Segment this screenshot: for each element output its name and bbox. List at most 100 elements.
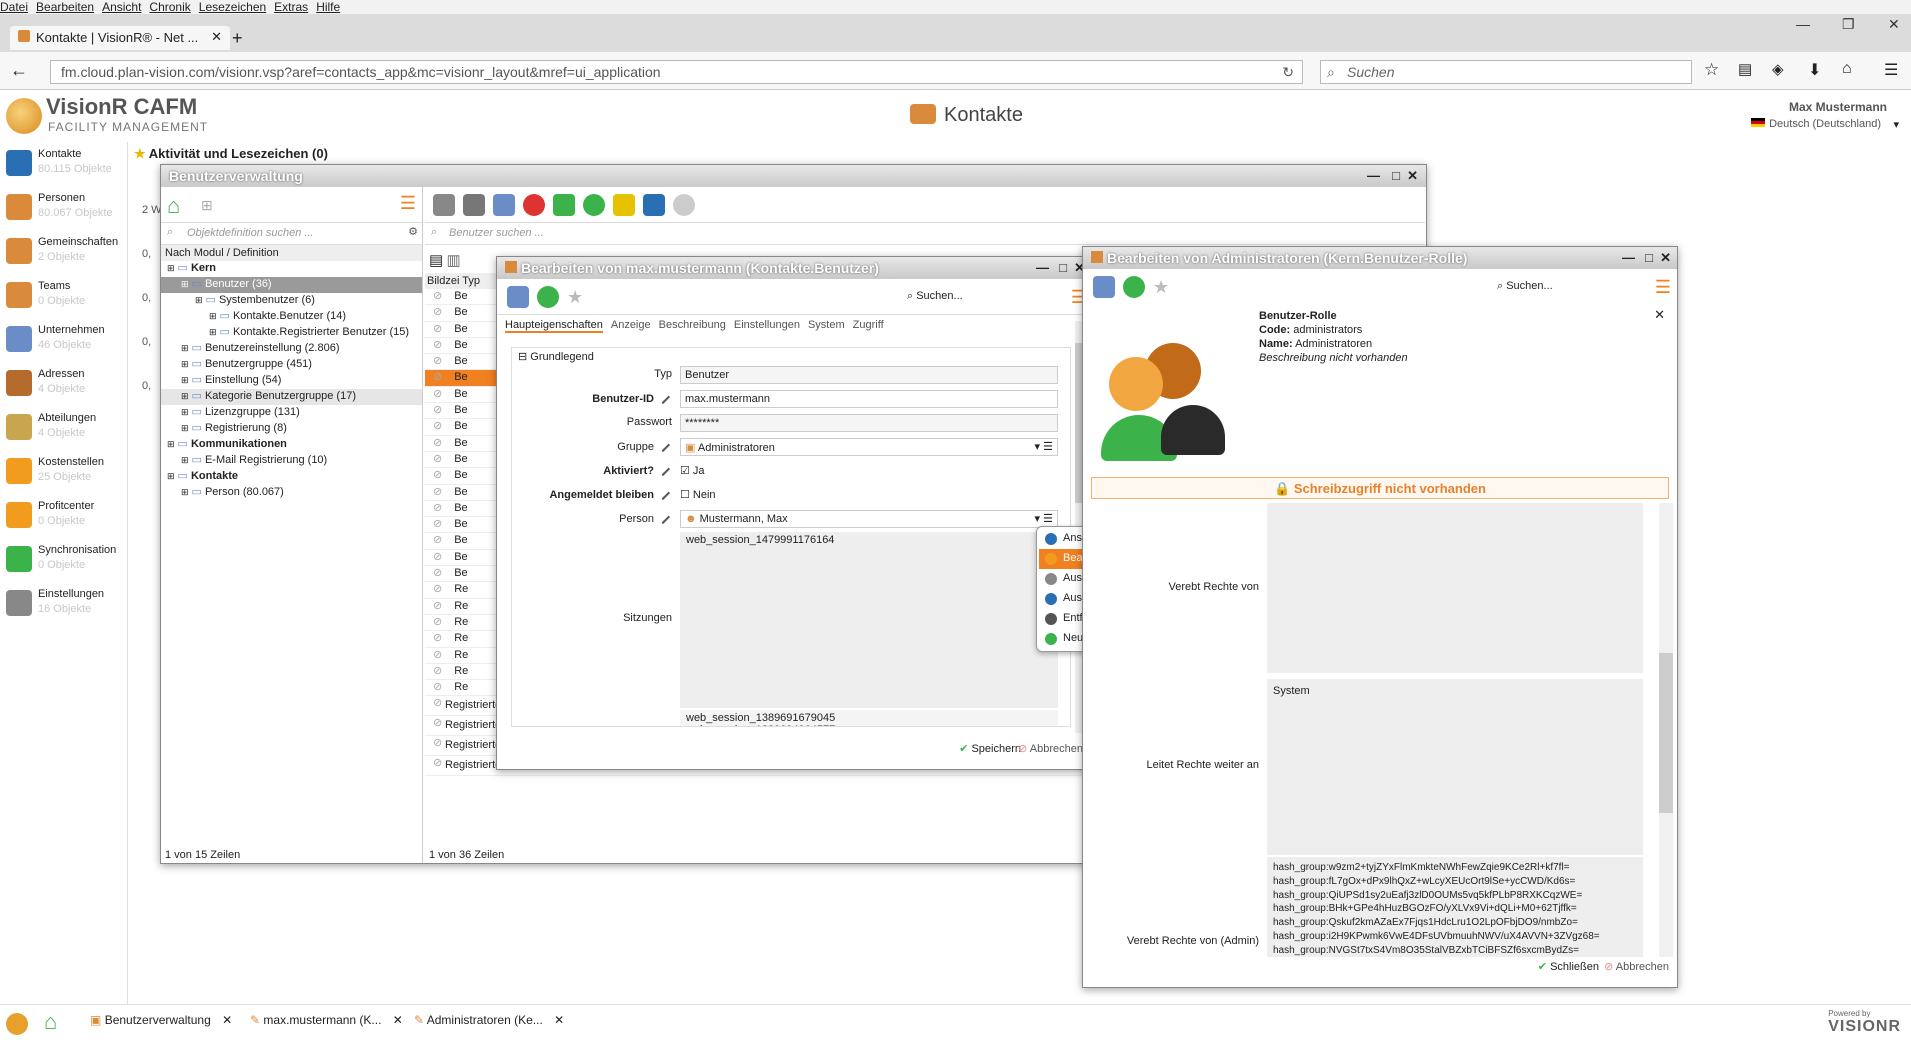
hash-item[interactable]: hash_group:BHk+GPe4hHuzBGOzFO/yXLVx9Vi+d… — [1273, 902, 1637, 916]
favorite-star-icon[interactable]: ★ — [1153, 277, 1169, 298]
pocket-icon[interactable]: ◈ — [1772, 60, 1784, 78]
tab-beschreibung[interactable]: Beschreibung — [659, 319, 726, 331]
hamburger-menu-icon[interactable]: ☰ — [400, 193, 416, 214]
hash-item[interactable]: hash_group:w9zm2+tyjZYxFlmKmkteNWhFewZqi… — [1273, 861, 1637, 875]
visionr-logo-icon[interactable] — [6, 1013, 28, 1035]
close-icon[interactable]: ✕ — [554, 1013, 564, 1027]
chart-icon[interactable] — [523, 194, 545, 216]
cancel-button[interactable]: ⊘ Abbrechen — [1604, 960, 1669, 973]
session-item[interactable]: web_session_1479991176164 — [686, 534, 1052, 546]
minimize-icon[interactable]: — — [1367, 168, 1380, 183]
tree-node[interactable]: ⊞ ▭ Benutzergruppe (451) — [161, 357, 422, 373]
aktiviert-checkbox[interactable]: ☑ Ja — [680, 464, 705, 477]
maximize-icon[interactable]: □ — [1059, 260, 1067, 275]
tab-zugriff[interactable]: Zugriff — [853, 319, 884, 331]
pencil-icon[interactable] — [655, 509, 671, 525]
gruppe-select[interactable]: ▣ Administratoren ▾ ☰ — [680, 438, 1058, 456]
reload-icon[interactable]: ↻ — [1282, 64, 1294, 81]
window-titlebar[interactable]: Benutzerverwaltung — □ ✕ — [161, 165, 1426, 187]
role-search-input[interactable]: ⌕ Suchen... — [1497, 280, 1553, 293]
print-icon[interactable] — [507, 286, 529, 308]
close-tab-icon[interactable]: ✕ — [211, 29, 222, 45]
pencil-icon[interactable] — [655, 485, 671, 501]
close-icon[interactable]: ✕ — [1407, 168, 1418, 184]
hash-item[interactable]: hash_group:i2H9KPwmk6VwE4DFsUVbmuuhNWV/u… — [1273, 930, 1637, 944]
expand-icon[interactable]: ⊞ — [167, 439, 175, 449]
gear-icon[interactable]: ⚙ — [408, 225, 418, 238]
close-icon[interactable]: ✕ — [1654, 307, 1665, 323]
star-icon[interactable]: ☆ — [1704, 60, 1719, 80]
filter-icon[interactable] — [463, 194, 485, 216]
minimize-icon[interactable]: — — [1622, 250, 1635, 265]
save-button[interactable]: ✔ Speichern — [959, 742, 1021, 755]
hash-item[interactable]: hash_group:QiUPSd1sy2uEafj3zlD0OUMs5vq5k… — [1273, 889, 1637, 903]
layout-icon[interactable] — [643, 194, 665, 216]
sidebar-item-kontakte[interactable]: Kontakte 80.115 Objekte — [0, 142, 127, 186]
sitzungen-more[interactable]: web_session_1389691679045web_session_138… — [680, 710, 1058, 726]
menu-ansicht[interactable]: Ansicht — [102, 0, 141, 14]
scrollbar-thumb[interactable] — [1659, 653, 1673, 813]
sitzungen-list[interactable]: web_session_1479991176164 — [680, 532, 1058, 708]
print-icon[interactable] — [1093, 276, 1115, 298]
window-titlebar[interactable]: Bearbeiten von Administratoren (Kern.Ben… — [1083, 247, 1677, 269]
task-administratoren[interactable]: ✎ Administratoren (Ke... ✕ — [414, 1013, 564, 1027]
expand-icon[interactable]: ⊞ — [181, 455, 189, 465]
sidebar-item-synchronisation[interactable]: Synchronisation 0 Objekte — [0, 538, 127, 582]
sidebar-item-teams[interactable]: Teams 0 Objekte — [0, 274, 127, 318]
home-icon[interactable]: ⌂ — [1842, 60, 1852, 78]
tab-haupteigenschaften[interactable]: Haupteigenschaften — [505, 319, 603, 333]
pencil-icon[interactable] — [655, 389, 671, 405]
col-typ[interactable]: Typ — [462, 275, 480, 287]
pencil-icon[interactable] — [655, 437, 671, 453]
back-icon[interactable]: ← — [10, 60, 28, 81]
tree-node[interactable]: ⊞ ▭ E-Mail Registrierung (10) — [161, 453, 422, 469]
tab-anzeige[interactable]: Anzeige — [611, 319, 651, 331]
session-item[interactable]: web_session_1389691679045 — [686, 712, 1052, 724]
expand-icon[interactable]: ⊞ — [167, 263, 175, 273]
tree-node[interactable]: ⊞ ▭ Benutzer (36) — [161, 277, 422, 293]
col-bildzeichen[interactable]: Bildzei — [427, 275, 459, 287]
tab-system[interactable]: System — [808, 319, 845, 331]
window-titlebar[interactable]: Bearbeiten von max.mustermann (Kontakte.… — [497, 257, 1091, 279]
favorite-star-icon[interactable]: ★ — [567, 287, 583, 308]
minimize-icon[interactable]: — — [1796, 16, 1810, 32]
restore-icon[interactable]: ❐ — [1842, 16, 1855, 33]
inherits-list[interactable] — [1267, 503, 1643, 673]
expand-icon[interactable]: ⊞ — [181, 487, 189, 497]
tree-node[interactable]: ⊞ ▭ Systembenutzer (6) — [161, 293, 422, 309]
benutzer-id-input[interactable]: max.mustermann — [680, 390, 1058, 408]
expand-icon[interactable]: ⊞ — [209, 311, 217, 321]
expand-icon[interactable]: ⊞ — [209, 327, 217, 337]
menu-extras[interactable]: Extras — [274, 0, 308, 14]
person-select[interactable]: ☻ Mustermann, Max ▾ ☰ — [680, 510, 1058, 528]
sidebar-item-einstellungen[interactable]: Einstellungen 16 Objekte — [0, 582, 127, 626]
refresh-icon[interactable] — [583, 194, 605, 216]
browser-tab[interactable]: Kontakte | VisionR® - Net ... ✕ — [10, 26, 230, 50]
refresh-icon[interactable] — [1123, 276, 1145, 298]
hash-item[interactable]: hash_group:NVGSt7txS4Vm8O35StalVBZxbTCiB… — [1273, 944, 1637, 957]
expand-icon[interactable]: ⊞ — [181, 391, 189, 401]
menu-hilfe[interactable]: Hilfe — [316, 0, 340, 14]
close-icon[interactable]: ✕ — [222, 1013, 232, 1027]
expand-icon[interactable]: ⊞ — [181, 279, 189, 289]
close-icon[interactable]: ✕ — [1660, 250, 1671, 266]
hamburger-menu-icon[interactable]: ☰ — [1655, 277, 1671, 298]
new-tab-icon[interactable]: + — [232, 28, 243, 49]
close-button[interactable]: ✔ Schließen — [1538, 960, 1599, 973]
pencil-icon[interactable] — [655, 461, 671, 477]
sidebar-item-personen[interactable]: Personen 80.067 Objekte — [0, 186, 127, 230]
tree-view-icon[interactable]: ⊞ — [201, 197, 213, 214]
sidebar-item-abteilungen[interactable]: Abteilungen 4 Objekte — [0, 406, 127, 450]
tree-node[interactable]: ⊞ ▭ Benutzereinstellung (2.806) — [161, 341, 422, 357]
activity-header[interactable]: ★ Aktivität und Lesezeichen (0) — [134, 146, 328, 162]
url-input[interactable]: fm.cloud.plan-vision.com/visionr.vsp?are… — [50, 60, 1303, 84]
session-item[interactable]: web_session_1389694964577 — [686, 724, 1052, 726]
reader-icon[interactable]: ▤ — [1738, 60, 1752, 78]
chevron-down-icon[interactable]: ▾ — [1893, 118, 1899, 131]
grid-icon[interactable] — [613, 194, 635, 216]
tree-node[interactable]: ⊞ ▭ Kontakte.Registrierter Benutzer (15) — [161, 325, 422, 341]
edit-search-input[interactable]: ⌕ Suchen... — [907, 290, 963, 303]
menu-bearbeiten[interactable]: Bearbeiten — [36, 0, 94, 14]
browser-search-input[interactable]: ⌕ Suchen — [1320, 60, 1692, 84]
language-select[interactable]: Deutsch (Deutschland) — [1751, 118, 1881, 130]
